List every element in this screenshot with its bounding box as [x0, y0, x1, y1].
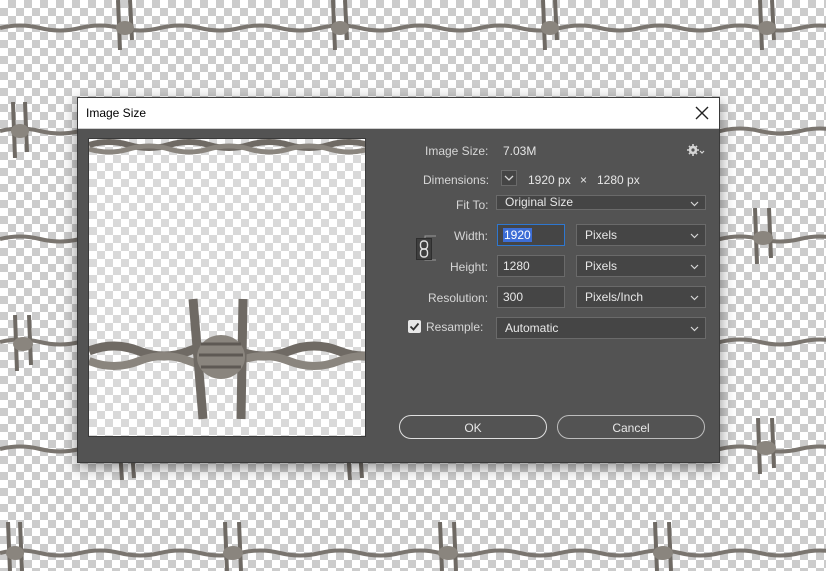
- dimensions-unit-toggle[interactable]: [501, 170, 517, 186]
- height-value: 1280: [503, 259, 530, 273]
- barb-knot: [653, 522, 673, 571]
- dimensions-times: ×: [580, 173, 588, 187]
- chain-link-icon: [419, 240, 429, 258]
- close-icon[interactable]: [693, 104, 711, 122]
- chevron-down-icon: [690, 233, 699, 239]
- dimensions-width: 1920 px: [528, 173, 571, 187]
- height-label: Height:: [450, 260, 489, 274]
- height-unit-dropdown[interactable]: Pixels: [576, 255, 706, 277]
- width-input[interactable]: 1920: [497, 224, 565, 246]
- chevron-down-icon: [690, 295, 699, 301]
- barbed-wire-preview-image: [89, 139, 365, 420]
- ok-button[interactable]: OK: [399, 415, 547, 439]
- barb-knot: [438, 522, 458, 571]
- width-label: Width:: [454, 229, 489, 243]
- barb-knot: [758, 0, 776, 50]
- chevron-down-icon: [504, 175, 514, 181]
- resolution-unit-value: Pixels/Inch: [585, 290, 644, 304]
- width-value: 1920: [503, 228, 532, 242]
- barb-knot: [223, 522, 243, 571]
- fit-to-dropdown[interactable]: Original Size: [496, 195, 706, 210]
- barb-knot: [116, 0, 134, 50]
- barb-knot: [331, 0, 349, 50]
- resolution-unit-dropdown[interactable]: Pixels/Inch: [576, 286, 706, 308]
- checkmark-icon: [409, 322, 420, 331]
- wire-strand: [0, 548, 826, 558]
- image-size-label: Image Size:: [425, 144, 489, 158]
- cancel-button[interactable]: Cancel: [557, 415, 705, 439]
- gear-icon[interactable]: [687, 143, 705, 157]
- barb-knot: [11, 102, 29, 158]
- width-unit-dropdown[interactable]: Pixels: [576, 224, 706, 246]
- barb-knot: [6, 522, 24, 571]
- barb-knot: [13, 315, 33, 371]
- resample-checkbox[interactable]: [408, 320, 421, 333]
- width-unit-value: Pixels: [585, 228, 618, 242]
- barb-knot: [541, 0, 559, 50]
- resample-label: Resample:: [426, 320, 484, 334]
- image-preview[interactable]: [88, 138, 366, 437]
- image-size-dialog: Image Size Image Size: 7.03M Dimensions:…: [77, 97, 720, 463]
- height-input[interactable]: 1280: [497, 255, 565, 277]
- chevron-down-icon: [690, 326, 699, 332]
- barb-knot: [753, 208, 773, 264]
- fit-to-value: Original Size: [505, 195, 574, 209]
- image-size-value: 7.03M: [503, 144, 537, 158]
- resample-dropdown[interactable]: Automatic: [496, 317, 706, 339]
- dimensions-label: Dimensions:: [423, 173, 490, 187]
- resample-value: Automatic: [505, 321, 559, 335]
- resolution-input[interactable]: 300: [497, 286, 565, 308]
- constrain-proportions-button[interactable]: [416, 238, 432, 260]
- fit-to-label: Fit To:: [456, 198, 489, 212]
- resolution-label: Resolution:: [428, 291, 489, 305]
- dimensions-height: 1280 px: [597, 173, 640, 187]
- height-unit-value: Pixels: [585, 259, 618, 273]
- dialog-title: Image Size: [86, 106, 147, 120]
- chevron-down-icon: [690, 264, 699, 270]
- chevron-down-icon: [690, 201, 699, 207]
- dialog-titlebar: Image Size: [78, 98, 719, 129]
- barb-knot: [756, 418, 776, 474]
- resolution-value: 300: [503, 290, 524, 304]
